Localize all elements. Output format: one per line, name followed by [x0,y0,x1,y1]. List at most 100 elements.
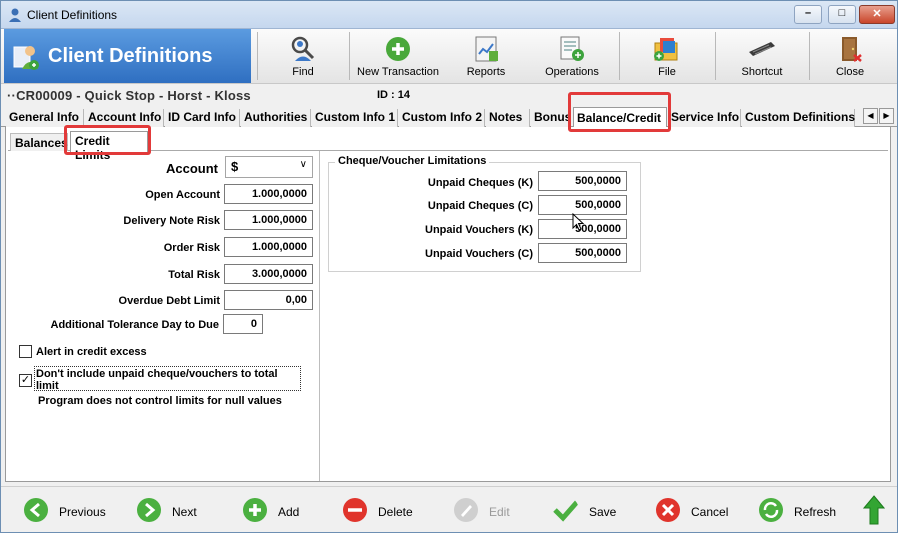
tab-label: General Info [9,110,80,124]
close-window-button[interactable]: ✕ [859,5,895,24]
new-transaction-button[interactable]: New Transaction [351,29,445,83]
delivery-note-risk-field[interactable]: 1.000,0000 [224,210,313,230]
previous-button[interactable]: Previous [23,497,106,525]
credit-limits-panel: Account $ ∨ Open Account 1.000,0000 Deli… [8,151,320,481]
overdue-debt-limit-field[interactable]: 0,00 [224,290,313,310]
find-button[interactable]: Find [259,29,347,83]
exclude-unpaid-label-line1: Don't include unpaid cheque/vouchers to … [36,368,278,380]
app-icon [9,8,21,22]
file-button[interactable]: File [621,29,713,83]
client-summary: ··CR00009 - Quick Stop - Horst - Kloss I… [1,85,897,107]
tab-authorities[interactable]: Authorities [241,109,311,127]
maximize-button[interactable]: □ [828,5,856,24]
refresh-button[interactable]: Refresh [758,497,838,525]
tab-balances[interactable]: Balances [10,133,68,151]
edit-button[interactable]: Edit [453,497,523,525]
add-label: Add [278,505,300,519]
tab-label: Account Info [88,110,162,124]
tolerance-day-field[interactable]: 0 [223,314,263,334]
tab-label: Custom Definitions [745,110,855,124]
shortcut-button[interactable]: Shortcut [717,29,807,83]
delete-button[interactable]: Delete [342,497,422,525]
chevron-right-icon: ▶ [883,111,890,120]
tab-label: Bonus [534,110,572,124]
checkmark-icon: ✓ [20,374,31,386]
open-account-label: Open Account [145,189,220,201]
cancel-icon [656,498,680,522]
add-button[interactable]: Add [242,497,312,525]
door-exit-icon [842,37,862,62]
unpaid-cheques-c-field[interactable]: 500,0000 [538,195,627,215]
order-risk-field[interactable]: 1.000,0000 [224,237,313,257]
dots-icon: ·· [7,88,17,103]
unpaid-cheques-k-field[interactable]: 500,0000 [538,171,627,191]
open-account-field[interactable]: 1.000,0000 [224,184,313,204]
new-transaction-icon [386,37,410,61]
toolbar-divider [809,32,810,80]
client-id: ID : 14 [377,89,411,101]
highlight-balance-credit-tab [568,92,671,132]
find-user-icon [291,36,315,61]
refresh-label: Refresh [794,505,837,519]
minimize-button[interactable]: – [794,5,822,24]
brand-title: Client Definitions [48,45,213,67]
shortcut-label: Shortcut [741,66,783,78]
alert-credit-excess-label: Alert in credit excess [36,346,147,358]
keyboard-icon [749,42,775,56]
delivery-note-risk-label: Delivery Note Risk [123,215,220,227]
client-code: CR00009 [16,88,73,103]
chevron-left-icon: ◀ [867,111,874,120]
next-button[interactable]: Next [136,497,206,525]
tab-notes[interactable]: Notes [486,109,530,127]
tab-bonus[interactable]: Bonus [531,109,571,127]
reports-label: Reports [466,66,506,78]
total-risk-label: Total Risk [168,269,220,281]
delete-label: Delete [378,505,413,519]
edit-icon [454,498,478,522]
client-name-3: Kloss [214,88,251,103]
tab-scroll-left-button[interactable]: ◀ [863,108,878,124]
balance-credit-page: Balances Credit Limits Account $ ∨ Open … [5,127,891,482]
tab-label: Authorities [244,110,308,124]
tab-label: Notes [489,110,523,124]
client-definitions-window: Client Definitions – □ ✕ Client Definiti… [0,0,898,533]
header-toolbar: Client Definitions Find New Transaction [1,29,897,84]
tab-scroll-right-button[interactable]: ▶ [879,108,894,124]
tab-id-card-info[interactable]: ID Card Info [165,109,240,127]
unpaid-vouchers-k-label: Unpaid Vouchers (K) [425,224,533,236]
reports-icon [475,36,498,62]
save-button[interactable]: Save [553,497,623,525]
tab-label: Custom Info 2 [402,110,482,124]
unpaid-vouchers-c-field[interactable]: 500,0000 [538,243,627,263]
tab-label: Custom Info 1 [315,110,395,124]
exclude-unpaid-checkbox[interactable]: ✓ [19,374,32,387]
tab-service-info[interactable]: Service Info [668,109,741,127]
operations-button[interactable]: Operations [529,29,615,83]
reports-button[interactable]: Reports [447,29,525,83]
tab-custom-definitions[interactable]: Custom Definitions [742,109,855,127]
client-definitions-icon [13,46,39,70]
scroll-top-button[interactable] [863,495,887,525]
cancel-button[interactable]: Cancel [655,497,735,525]
mouse-cursor-icon [572,213,585,231]
cancel-label: Cancel [691,505,729,519]
alert-credit-excess-checkbox[interactable] [19,345,32,358]
close-button[interactable]: Close [811,29,889,83]
new-transaction-label: New Transaction [357,66,439,78]
unpaid-cheques-c-label: Unpaid Cheques (C) [427,200,533,212]
client-name-2: Horst [167,88,203,103]
toolbar-divider [715,32,716,80]
tab-label: ID Card Info [168,110,236,124]
account-label: Account [166,161,218,176]
main-tab-strip: General Info Account Info ID Card Info A… [1,107,897,128]
tab-custom-info-1[interactable]: Custom Info 1 [312,109,398,127]
previous-label: Previous [59,505,106,519]
tab-custom-info-2[interactable]: Custom Info 2 [399,109,485,127]
brand-panel: Client Definitions [4,29,251,83]
next-label: Next [172,505,197,519]
plus-icon [243,498,267,522]
account-select[interactable]: $ ∨ [225,156,313,178]
overdue-debt-limit-label: Overdue Debt Limit [118,295,220,307]
total-risk-field[interactable]: 3.000,0000 [224,264,313,284]
highlight-credit-limits-tab [64,125,151,155]
